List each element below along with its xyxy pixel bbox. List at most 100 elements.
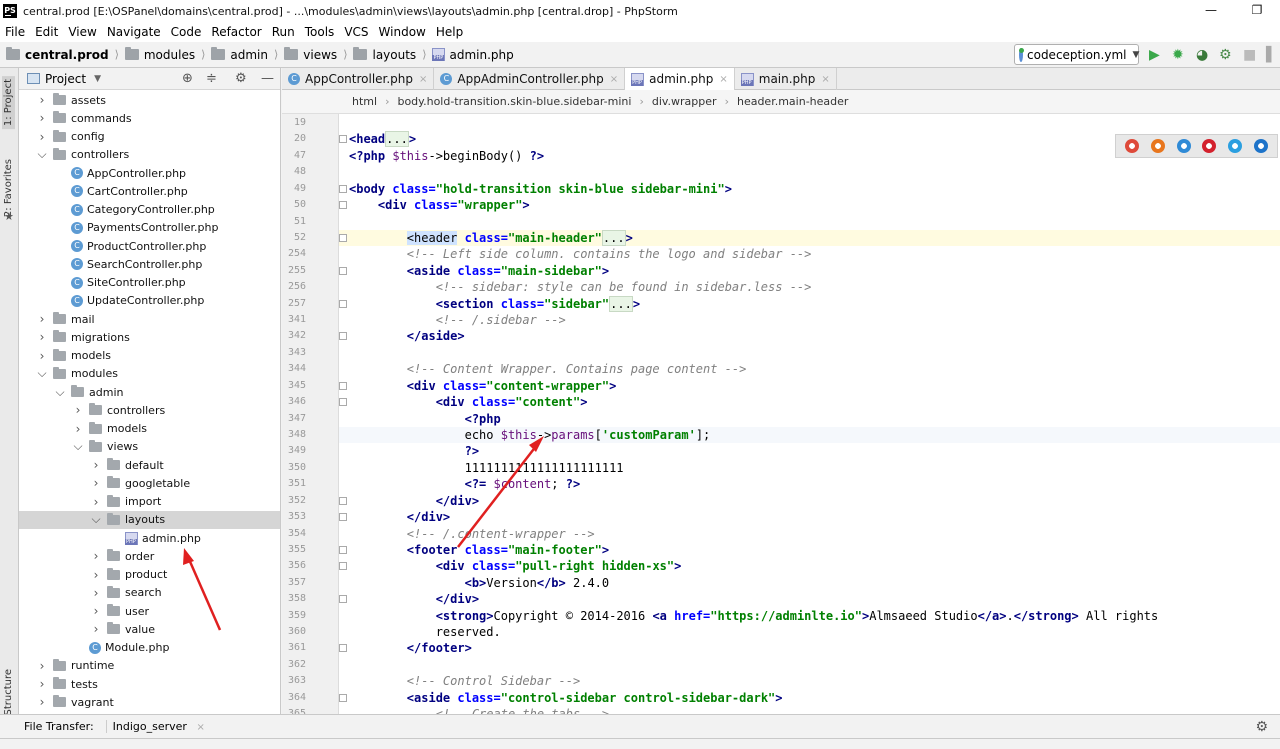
tree-item-paymentscontroller-php[interactable]: C PaymentsController.php	[19, 219, 280, 237]
menu-edit[interactable]: Edit	[30, 22, 63, 42]
menu-window[interactable]: Window	[374, 22, 431, 42]
tree-item-tests[interactable]: › tests	[19, 675, 280, 693]
close-icon[interactable]: ×	[610, 74, 618, 85]
run-icon[interactable]: ▶	[1149, 47, 1160, 63]
chevron-right-icon[interactable]: ›	[37, 349, 47, 363]
menu-refactor[interactable]: Refactor	[206, 22, 266, 42]
fold-marker-icon[interactable]	[339, 693, 347, 702]
debug-icon[interactable]: ✹	[1172, 47, 1184, 63]
fold-marker-icon[interactable]	[339, 299, 347, 308]
nav-crumb[interactable]: admin ⟩	[211, 47, 278, 62]
maximize-icon[interactable]: ❐	[1234, 0, 1280, 22]
nav-crumb[interactable]: admin.php	[432, 48, 514, 62]
menu-file[interactable]: File	[0, 22, 30, 42]
chevron-right-icon[interactable]: ›	[37, 659, 47, 673]
menu-navigate[interactable]: Navigate	[102, 22, 166, 42]
tab-appcontroller-php[interactable]: C AppController.php ×	[282, 68, 435, 90]
chevron-right-icon[interactable]: ›	[91, 476, 101, 490]
chevron-right-icon[interactable]: ›	[91, 622, 101, 636]
nav-crumb[interactable]: modules ⟩	[124, 47, 205, 62]
fold-marker-icon[interactable]	[339, 266, 347, 275]
menu-run[interactable]: Run	[267, 22, 300, 42]
profile-icon[interactable]: ⚙	[1219, 47, 1232, 63]
chrome-icon[interactable]	[1124, 139, 1139, 153]
tree-item-config[interactable]: › config	[19, 128, 280, 146]
fold-marker-icon[interactable]	[339, 595, 347, 604]
tree-item-default[interactable]: › default	[19, 456, 280, 474]
close-icon[interactable]: ×	[821, 74, 829, 85]
tree-item-vagrant[interactable]: › vagrant	[19, 693, 280, 711]
chevron-right-icon[interactable]: ›	[91, 495, 101, 509]
edge-icon[interactable]	[1254, 139, 1269, 153]
collapse-all-icon[interactable]: ≑	[206, 71, 217, 86]
safari-icon[interactable]	[1176, 139, 1191, 153]
fold-marker-icon[interactable]	[339, 201, 347, 210]
project-panel-title[interactable]: Project	[45, 72, 86, 86]
tree-item-cartcontroller-php[interactable]: C CartController.php	[19, 182, 280, 200]
chevron-down-icon[interactable]: ⌵	[37, 366, 47, 381]
tree-item-googletable[interactable]: › googletable	[19, 474, 280, 492]
chevron-right-icon[interactable]: ›	[37, 93, 47, 107]
fold-marker-icon[interactable]	[339, 332, 347, 341]
tree-item-categorycontroller-php[interactable]: C CategoryController.php	[19, 201, 280, 219]
minimize-icon[interactable]: —	[1188, 0, 1234, 22]
chevron-right-icon[interactable]: ›	[37, 677, 47, 691]
fold-marker-icon[interactable]	[339, 644, 347, 653]
stop-icon[interactable]: ■	[1243, 47, 1256, 63]
chevron-right-icon[interactable]: ›	[91, 586, 101, 600]
tree-item-models[interactable]: › models	[19, 347, 280, 365]
tree-item-migrations[interactable]: › migrations	[19, 328, 280, 346]
chevron-right-icon[interactable]: ›	[91, 604, 101, 618]
fold-marker-icon[interactable]	[339, 513, 347, 522]
chevron-right-icon[interactable]: ›	[91, 458, 101, 472]
chevron-down-icon[interactable]: ⌵	[55, 385, 65, 400]
tree-item-commands[interactable]: › commands	[19, 109, 280, 127]
close-icon[interactable]: ×	[719, 74, 727, 85]
chevron-down-icon[interactable]: ⌵	[73, 439, 83, 454]
tab-main-php[interactable]: main.php ×	[735, 68, 837, 90]
tree-item-value[interactable]: › value	[19, 620, 280, 638]
tree-item-controllers[interactable]: › controllers	[19, 401, 280, 419]
menu-help[interactable]: Help	[431, 22, 468, 42]
chevron-right-icon[interactable]: ›	[37, 111, 47, 125]
editor-breadcrumb-item[interactable]: html	[352, 95, 377, 108]
chevron-right-icon[interactable]: ›	[37, 130, 47, 144]
more-tools-icon[interactable]: ▌	[1266, 47, 1277, 63]
fold-marker-icon[interactable]	[339, 135, 347, 144]
tree-item-controllers[interactable]: ⌵ controllers	[19, 146, 280, 164]
tree-item-sitecontroller-php[interactable]: C SiteController.php	[19, 274, 280, 292]
nav-crumb[interactable]: layouts ⟩	[353, 47, 426, 62]
tree-item-searchcontroller-php[interactable]: C SearchController.php	[19, 255, 280, 273]
opera-icon[interactable]	[1202, 139, 1217, 153]
chevron-right-icon[interactable]: ›	[91, 568, 101, 582]
coverage-icon[interactable]: ◕	[1196, 47, 1208, 63]
chevron-right-icon[interactable]: ›	[37, 312, 47, 326]
tree-item-assets[interactable]: › assets	[19, 91, 280, 109]
tree-item-user[interactable]: › user	[19, 602, 280, 620]
menu-code[interactable]: Code	[166, 22, 207, 42]
fold-marker-icon[interactable]	[339, 496, 347, 505]
fold-marker-icon[interactable]	[339, 381, 347, 390]
tree-item-admin-php[interactable]: admin.php	[19, 529, 280, 547]
chevron-right-icon[interactable]: ›	[73, 422, 83, 436]
close-icon[interactable]: ×	[196, 722, 204, 733]
run-configuration-select[interactable]: codeception.yml ▼	[1014, 44, 1139, 65]
editor-breadcrumb-item[interactable]: body.hold-transition.skin-blue.sidebar-m…	[397, 95, 631, 108]
fold-marker-icon[interactable]	[339, 545, 347, 554]
chevron-right-icon[interactable]: ›	[37, 695, 47, 709]
fold-marker-icon[interactable]	[339, 233, 347, 242]
editor-breadcrumb-item[interactable]: header.main-header	[737, 95, 848, 108]
gear-icon[interactable]: ⚙	[235, 71, 247, 86]
gear-icon[interactable]: ⚙	[1255, 719, 1268, 735]
menu-view[interactable]: View	[63, 22, 101, 42]
tree-item-views[interactable]: ⌵ views	[19, 438, 280, 456]
chevron-down-icon[interactable]: ⌵	[91, 512, 101, 527]
fold-marker-icon[interactable]	[339, 562, 347, 571]
close-icon[interactable]: ×	[419, 74, 427, 85]
tree-item-updatecontroller-php[interactable]: C UpdateController.php	[19, 292, 280, 310]
chevron-right-icon[interactable]: ›	[73, 403, 83, 417]
chevron-down-icon[interactable]: ⌵	[37, 147, 47, 162]
locate-icon[interactable]: ⊕	[182, 71, 193, 86]
nav-crumb[interactable]: views ⟩	[284, 47, 347, 62]
tree-item-order[interactable]: › order	[19, 547, 280, 565]
